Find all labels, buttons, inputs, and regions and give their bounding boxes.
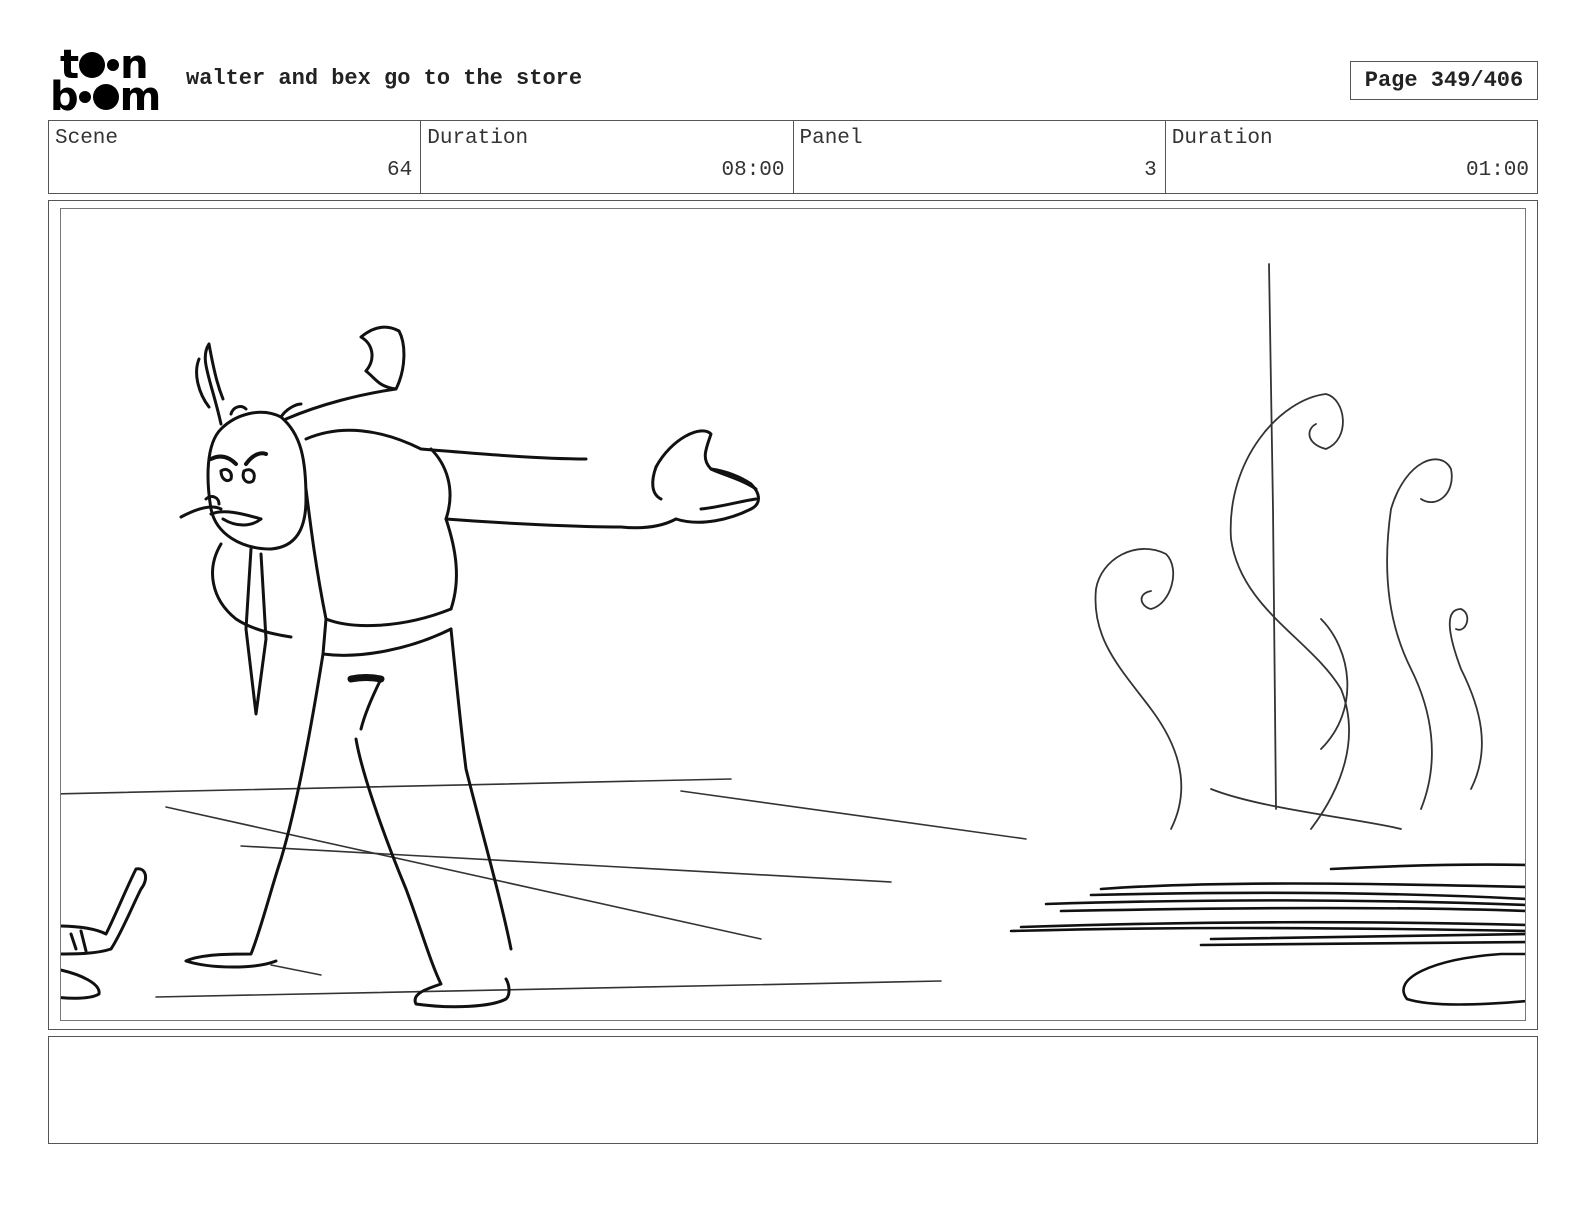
- storyboard-sketch: [61, 263, 1525, 1009]
- panel-cell: Panel 3: [794, 121, 1166, 193]
- scene-info-table: Scene 64 Duration 08:00 Panel 3 Duration…: [48, 120, 1538, 194]
- scene-cell: Scene 64: [49, 121, 422, 193]
- page-counter: Page 349/406: [1350, 61, 1538, 100]
- toon-boom-logo: tn bm: [50, 45, 168, 120]
- scene-label: Scene: [55, 127, 119, 150]
- panel-duration-cell: Duration 01:00: [1166, 121, 1537, 193]
- panel-duration-label: Duration: [1171, 127, 1273, 150]
- panel-value: 3: [1144, 159, 1157, 182]
- scene-duration-cell: Duration 08:00: [421, 121, 794, 193]
- scene-duration-label: Duration: [427, 127, 529, 150]
- storyboard-panel-frame: [48, 200, 1538, 1030]
- moose-character: [179, 325, 760, 1009]
- logo-row-bottom: bm: [50, 74, 161, 120]
- ground-shadow-scribble: [1009, 863, 1525, 1006]
- storyboard-panel-image: [60, 208, 1526, 1021]
- panel-duration-value: 01:00: [1465, 159, 1529, 182]
- offscreen-character: [61, 867, 148, 1000]
- smoke-wisps: [1094, 263, 1483, 830]
- panel-notes-box: [48, 1036, 1538, 1144]
- panel-label: Panel: [799, 127, 863, 150]
- scene-duration-value: 08:00: [721, 159, 785, 182]
- project-title: walter and bex go to the store: [186, 66, 583, 91]
- scene-value: 64: [387, 159, 413, 182]
